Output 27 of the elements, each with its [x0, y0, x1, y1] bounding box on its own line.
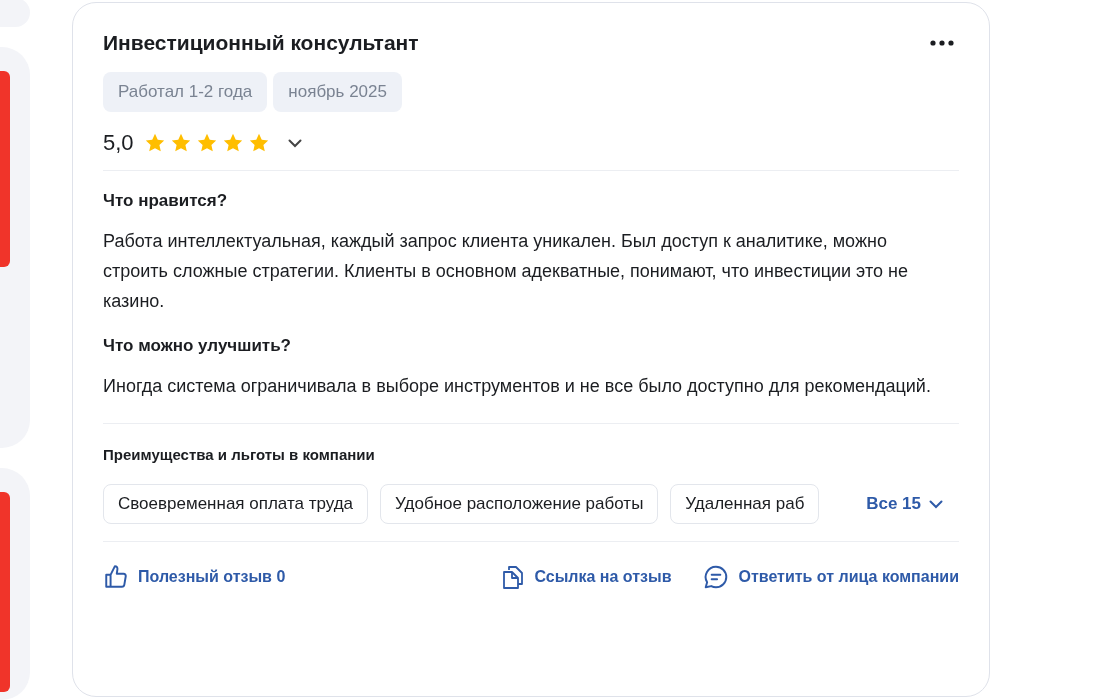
helpful-button[interactable]: Полезный отзыв 0: [103, 564, 286, 590]
section-heading: Что можно улучшить?: [103, 336, 292, 356]
benefit-chip: Удобное расположение работы: [380, 484, 659, 524]
review-text: Иногда система ограничивала в выборе инструментов и не все было доступно для рекомендаций.: [103, 375, 932, 398]
copy-icon: [501, 564, 526, 590]
benefit-chip: Удаленная раб: [670, 484, 820, 524]
review-title: Инвестиционный консультант: [103, 31, 419, 55]
reply-button[interactable]: Ответить от лица компании: [703, 564, 959, 590]
tag: Работал 1-2 года: [103, 72, 268, 112]
show-all-button[interactable]: Все 15: [866, 494, 959, 514]
chat-bubble-icon: [703, 564, 730, 590]
review-link-button[interactable]: Ссылка на отзыв: [501, 564, 672, 590]
review-text: Работа интеллектуальная, каждый запрос клиента уникален. Был доступ к аналитике, можно строить сложные стратегии. Клиенты в основном адекватные, понимают, что инвестиции это не казино.: [103, 230, 909, 313]
star-icon: [143, 132, 166, 154]
thumbs-up-icon: [103, 564, 129, 590]
chevron-down-icon: [287, 138, 302, 148]
star-icon: [169, 132, 192, 154]
section-heading: Что нравится?: [103, 191, 229, 211]
tag: ноябрь 2025: [273, 72, 402, 112]
rating-score: 5,0: [103, 130, 134, 156]
more-options-icon[interactable]: [929, 39, 955, 47]
star-icon: [247, 132, 270, 154]
benefits-heading: Преимущества и льготы в компании: [103, 446, 376, 463]
benefit-chip: Своевременная оплата труда: [103, 484, 369, 524]
star-icon: [195, 132, 218, 154]
star-icon: [221, 132, 244, 154]
chevron-down-icon: [929, 499, 943, 509]
